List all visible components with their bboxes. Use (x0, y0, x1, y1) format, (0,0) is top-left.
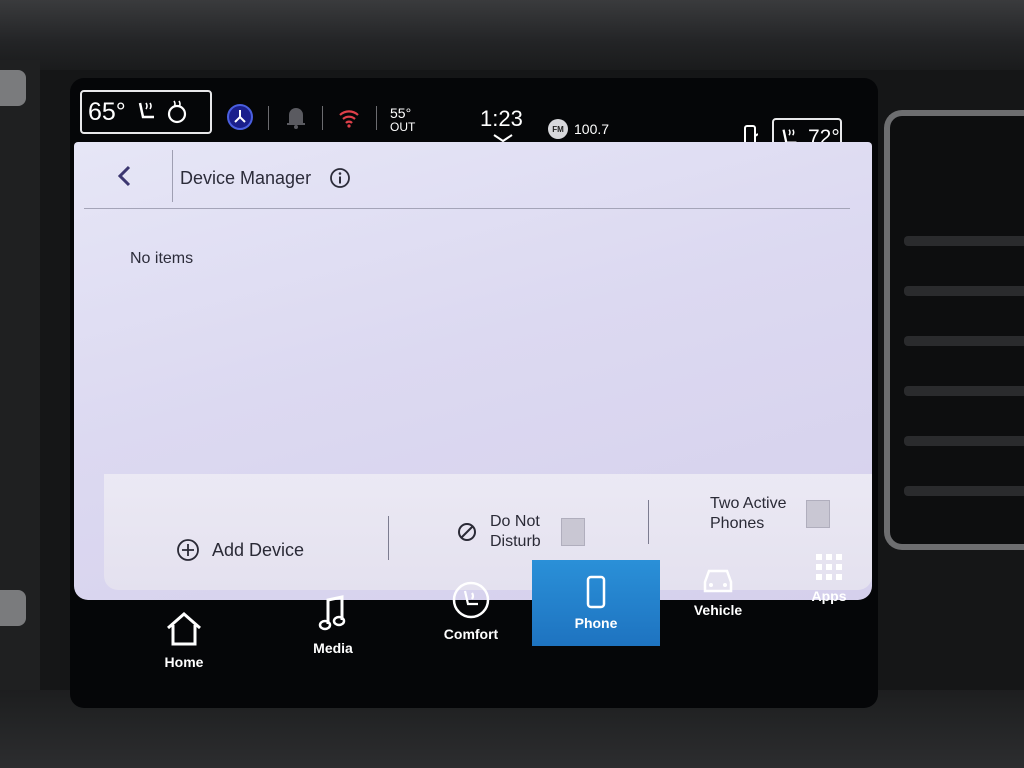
nav-apps-label: Apps (811, 588, 847, 604)
vent-slat (904, 436, 1024, 446)
info-icon[interactable] (329, 167, 351, 189)
page-title: Device Manager (180, 168, 312, 188)
do-not-disturb-label: Do Not Disturb (490, 512, 541, 552)
two-active-phones-line1: Two Active (710, 495, 787, 512)
two-active-phones-line2: Phones (710, 515, 765, 532)
status-separator (376, 106, 377, 130)
status-separator (322, 106, 323, 130)
car-icon (703, 569, 733, 593)
driver-assist-icon (227, 104, 253, 130)
do-not-disturb-line2: Disturb (490, 533, 541, 550)
dashboard-top-trim (0, 0, 1024, 70)
two-active-phones-toggle[interactable]: Two Active Phones (710, 494, 831, 534)
action-divider (648, 500, 649, 544)
nav-home[interactable]: Home (152, 610, 216, 670)
nav-media[interactable]: Media (300, 594, 366, 656)
vent-slat (904, 336, 1024, 346)
trim-knob (0, 590, 26, 626)
phone-icon (586, 575, 606, 609)
status-bar: 65° 55° OUT 1:23 FM 100.7 72° (80, 86, 850, 158)
header-divider (172, 150, 173, 202)
add-device-label: Add Device (212, 539, 305, 560)
vent-slat (904, 286, 1024, 296)
vent-slat (904, 386, 1024, 396)
outside-temp: 55° OUT (390, 106, 415, 134)
do-not-disturb-toggle[interactable]: Do Not Disturb (456, 512, 585, 552)
radio-frequency: 100.7 (574, 121, 610, 137)
outside-temp-value: 55° (390, 105, 412, 121)
driver-climate-button[interactable]: 65° (80, 90, 212, 134)
wifi-icon (339, 110, 359, 128)
action-divider (388, 516, 389, 560)
status-separator (268, 106, 269, 130)
nav-comfort-label: Comfort (443, 626, 499, 642)
header-separator (84, 208, 850, 209)
panel-header: Device Manager (74, 142, 872, 208)
trim-knob (0, 70, 26, 106)
nav-media-label: Media (313, 640, 353, 656)
vent-slat (904, 486, 1024, 496)
bell-icon (287, 108, 305, 129)
nav-vehicle-label: Vehicle (693, 602, 743, 618)
outside-temp-label: OUT (390, 120, 416, 134)
comfort-seat-icon (452, 581, 490, 619)
do-not-disturb-line1: Do Not (490, 513, 540, 530)
air-vent (884, 110, 1024, 550)
nav-vehicle[interactable]: Vehicle (684, 564, 752, 618)
heated-wheel-icon (167, 100, 186, 124)
empty-list-message: No items (130, 250, 194, 267)
nav-phone-label: Phone (574, 615, 618, 631)
do-not-disturb-icon (458, 523, 476, 541)
left-trim (0, 60, 40, 700)
nav-apps[interactable]: Apps (806, 552, 852, 604)
vent-slat (904, 236, 1024, 246)
clock: 1:23 (480, 106, 523, 131)
radio-status[interactable]: FM 100.7 (548, 119, 609, 139)
apps-grid-icon (816, 554, 842, 580)
heated-seat-icon (138, 102, 154, 119)
two-active-phones-label: Two Active Phones (710, 494, 786, 534)
back-button[interactable] (102, 156, 146, 196)
driver-temp: 65° (88, 97, 126, 126)
nav-phone[interactable]: Phone (532, 560, 660, 646)
two-active-phones-checkbox[interactable] (806, 500, 831, 528)
nav-comfort[interactable]: Comfort (436, 580, 506, 642)
do-not-disturb-checkbox[interactable] (560, 518, 585, 546)
chevron-left-icon (117, 165, 131, 187)
plus-circle-icon (177, 539, 199, 561)
device-manager-panel: Device Manager No items Add Device Do No… (74, 142, 872, 600)
nav-home-label: Home (164, 654, 204, 670)
fm-badge: FM (548, 119, 568, 139)
music-note-icon (318, 595, 346, 631)
home-icon (167, 612, 201, 646)
bottom-navigation: Home Media Comfort Phone Vehicle Apps (100, 554, 880, 690)
